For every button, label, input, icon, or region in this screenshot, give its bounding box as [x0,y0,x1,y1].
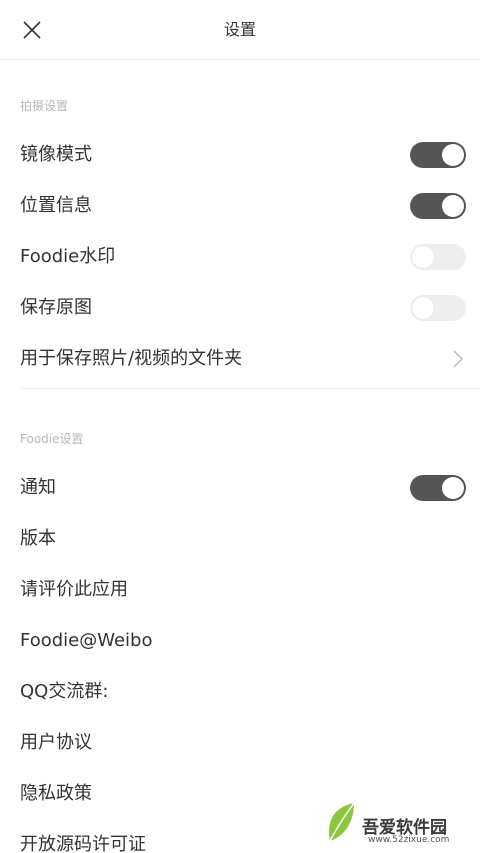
toggle-knob [442,195,464,217]
toggle-knob [442,144,464,166]
foodie-watermark-toggle[interactable] [410,244,466,270]
setting-location-info[interactable]: 位置信息 [0,180,480,231]
setting-qq-group[interactable]: QQ交流群: [0,666,480,717]
setting-mirror-mode[interactable]: 镜像模式 [0,129,480,180]
setting-notification[interactable]: 通知 [0,462,480,513]
setting-rate-app[interactable]: 请评价此应用 [0,564,480,615]
setting-foodie-watermark[interactable]: Foodie水印 [0,231,480,282]
toggle-knob [442,477,464,499]
save-original-toggle[interactable] [410,295,466,321]
mirror-mode-toggle[interactable] [410,142,466,168]
location-info-toggle[interactable] [410,193,466,219]
setting-foodie-weibo[interactable]: Foodie@Weibo [0,615,480,666]
setting-save-original[interactable]: 保存原图 [0,282,480,333]
setting-save-folder[interactable]: 用于保存照片/视频的文件夹 [0,333,480,384]
setting-label: 开放源码许可证 [20,834,146,853]
section-divider [20,388,480,389]
setting-open-source-license[interactable]: 开放源码许可证 [0,819,480,853]
setting-label: Foodie@Weibo [20,630,153,651]
section-label-shoot: 拍摄设置 [20,99,69,113]
setting-label: QQ交流群: [20,681,109,702]
toggle-knob [412,297,434,319]
toggle-knob [412,246,434,268]
header-bar: 设置 [0,0,480,60]
setting-label: 通知 [20,477,56,498]
setting-label: 请评价此应用 [20,579,128,600]
setting-label: 用于保存照片/视频的文件夹 [20,348,243,369]
setting-label: 用户协议 [20,732,92,753]
setting-privacy-policy[interactable]: 隐私政策 [0,768,480,819]
setting-label: 镜像模式 [20,144,92,165]
section-label-foodie: Foodie设置 [20,432,84,446]
chevron-right-icon [453,350,464,368]
notification-toggle[interactable] [410,475,466,501]
setting-label: Foodie水印 [20,246,116,267]
setting-label: 保存原图 [20,297,92,318]
setting-version[interactable]: 版本 [0,513,480,564]
page-title: 设置 [223,20,256,39]
setting-label: 隐私政策 [20,783,92,804]
setting-label: 位置信息 [20,195,92,216]
setting-label: 版本 [20,528,56,549]
setting-user-agreement[interactable]: 用户协议 [0,717,480,768]
